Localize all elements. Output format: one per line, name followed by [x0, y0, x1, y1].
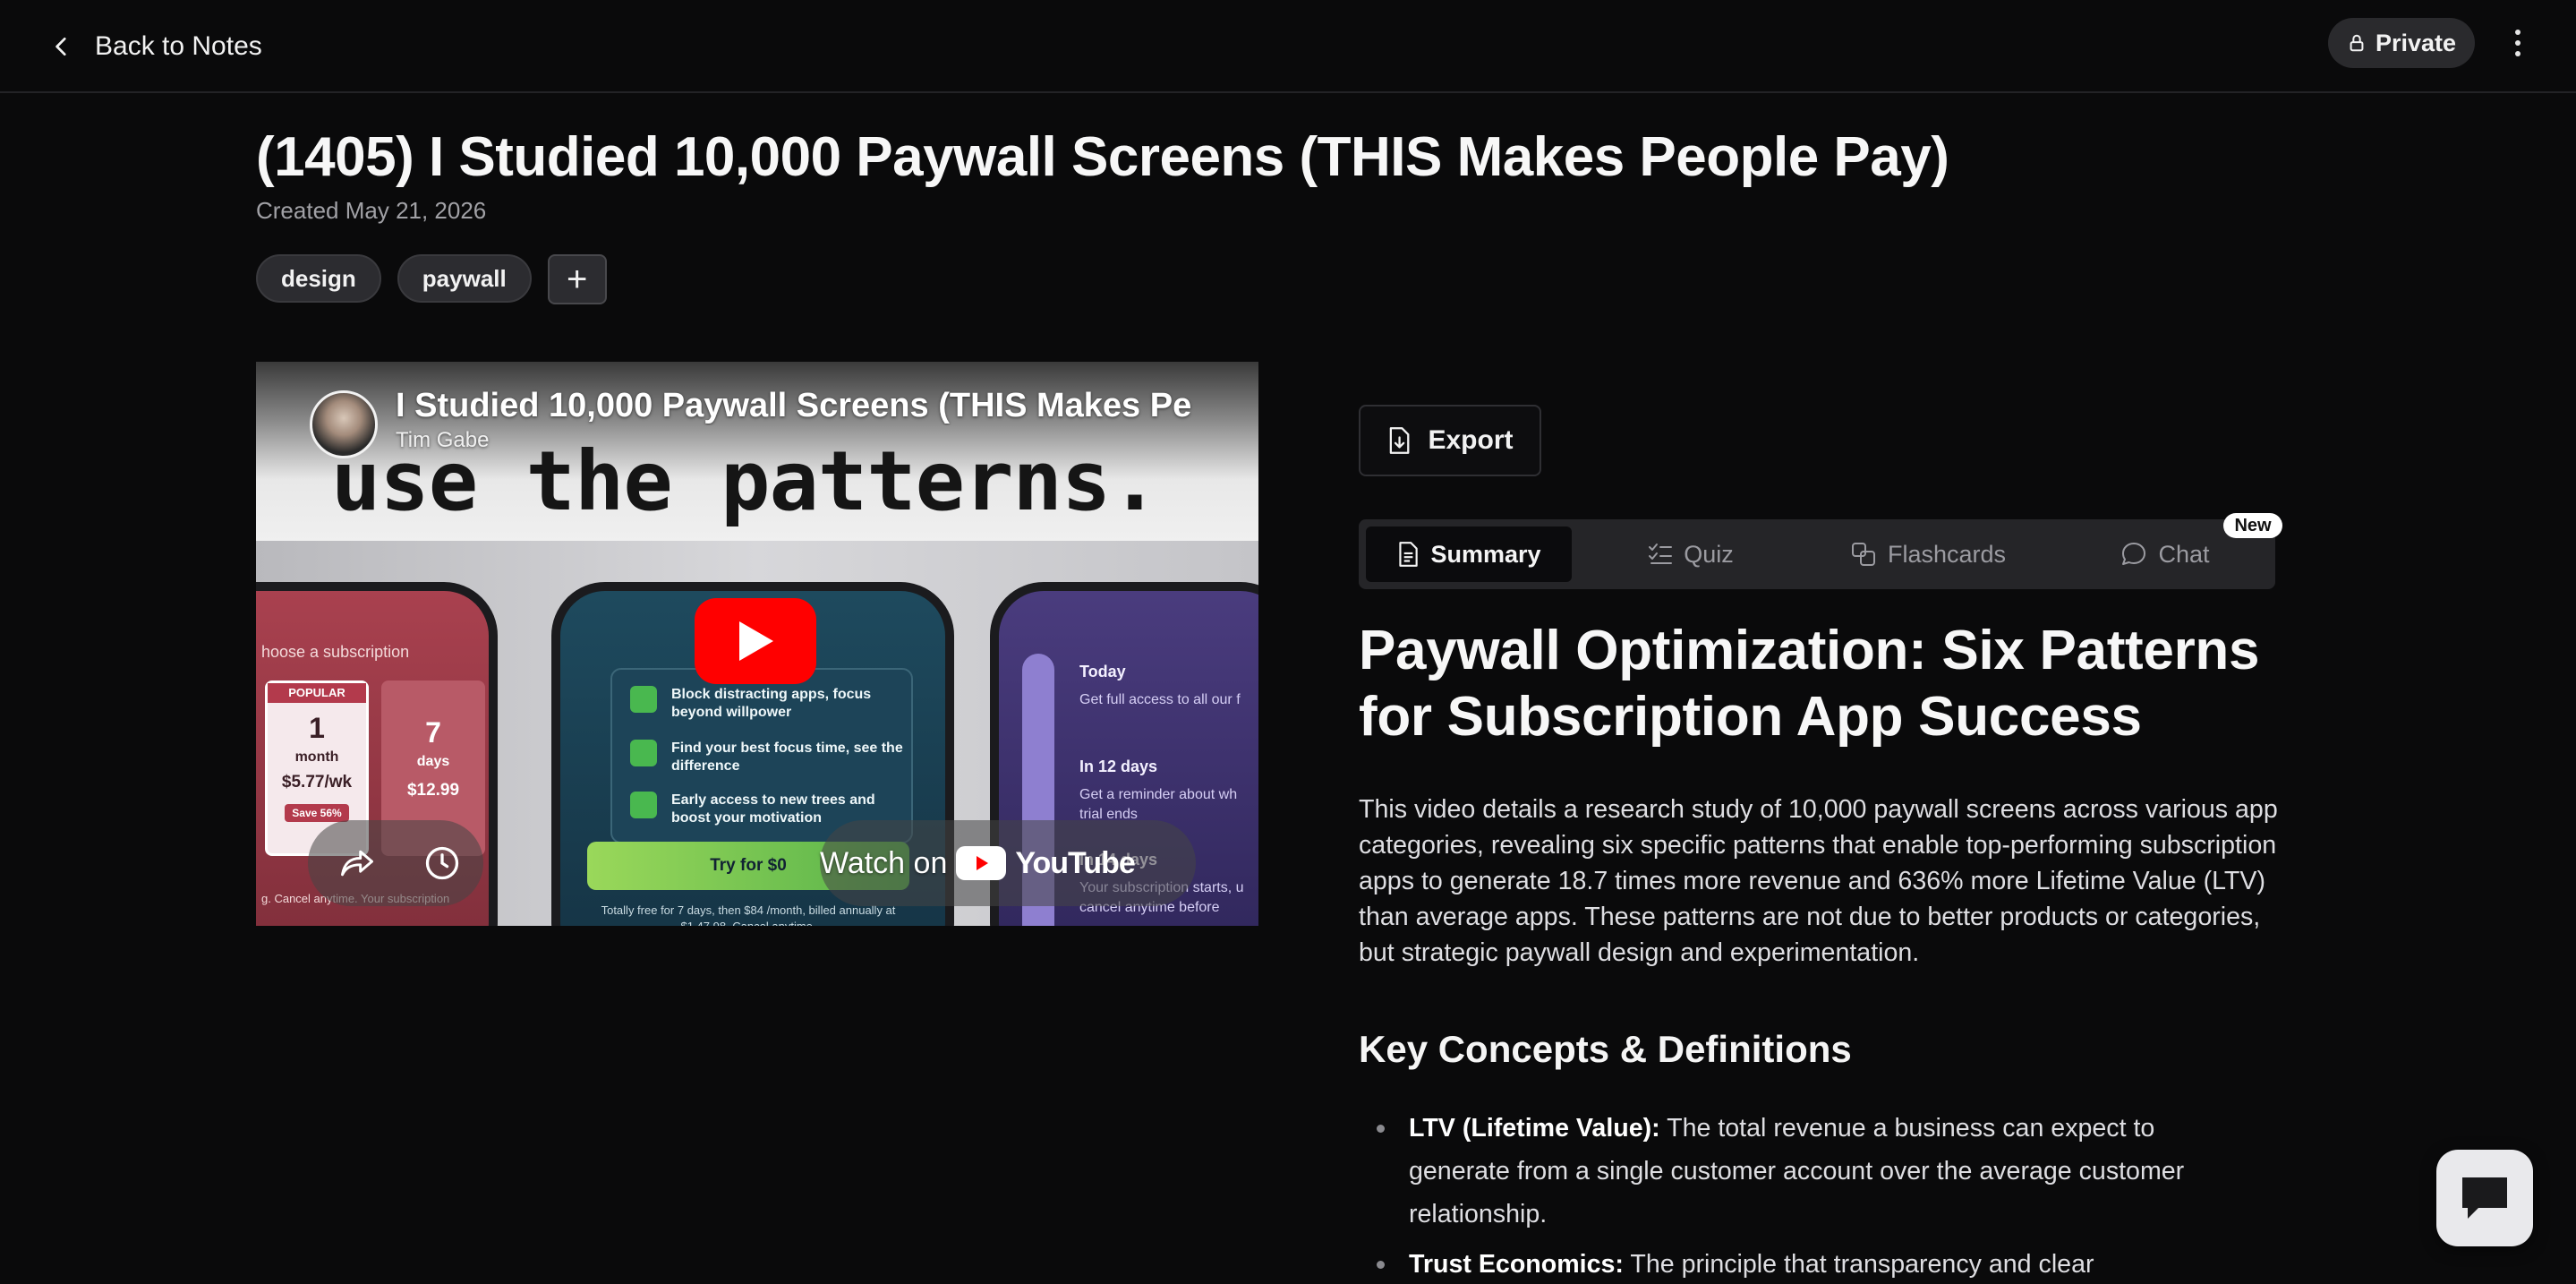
plan1-price: $5.77/wk: [281, 773, 353, 792]
plan2-unit: days: [416, 754, 450, 769]
video-channel[interactable]: Tim Gabe: [396, 428, 489, 453]
feature-item: Block distracting apps, focus beyond wil…: [630, 686, 904, 722]
feature-text: Find your best focus time, see the diffe…: [671, 740, 903, 774]
new-badge: New: [2223, 513, 2282, 538]
note-title: (1405) I Studied 10,000 Paywall Screens …: [256, 126, 1949, 188]
export-button[interactable]: Export: [1359, 405, 1541, 476]
youtube-logo-icon: [956, 846, 1007, 880]
concept-term: Trust Economics:: [1409, 1250, 1624, 1279]
summary-paragraph: This video details a research study of 1…: [1359, 795, 2278, 967]
privacy-button[interactable]: Private: [2328, 18, 2475, 68]
view-tabs: Summary Quiz Flashcards Chat: [1359, 519, 2275, 589]
file-download-icon: [1390, 427, 1410, 454]
created-date: Created May 21, 2026: [256, 197, 487, 224]
plan1-unit: month: [294, 749, 339, 765]
concept-term: LTV (Lifetime Value):: [1409, 1114, 1660, 1143]
key-concepts-heading: Key Concepts & Definitions: [1359, 1028, 1852, 1070]
tab-quiz-label: Quiz: [1684, 540, 1734, 568]
list-check-icon: [1649, 544, 1673, 564]
clock-icon[interactable]: [422, 843, 462, 883]
share-icon[interactable]: [337, 843, 378, 883]
top-bar: Back to Notes Private: [0, 0, 2576, 93]
document-icon: [1399, 542, 1419, 567]
play-icon: [739, 621, 773, 661]
timeline-item: In 12 days Get a reminder about wh trial…: [1079, 758, 1237, 825]
timeline-heading: In 12 days: [1079, 758, 1158, 775]
more-vertical-icon[interactable]: [2503, 23, 2533, 63]
export-label: Export: [1428, 425, 1514, 455]
feature-card: Block distracting apps, focus beyond wil…: [610, 668, 913, 843]
watch-on-label: Watch on: [820, 845, 948, 880]
concept-definition: The principle that transparency and clea…: [1623, 1250, 2094, 1279]
tab-flashcards-label: Flashcards: [1887, 540, 2007, 568]
timeline-sub: Get full access to all our f: [1079, 692, 1241, 707]
tag-list: design paywall +: [256, 254, 607, 304]
play-button[interactable]: [695, 598, 816, 684]
tab-summary[interactable]: Summary: [1366, 526, 1572, 582]
message-icon: [2462, 1177, 2507, 1219]
timeline-sub: Get a reminder about wh trial ends: [1079, 787, 1238, 822]
list-item: Trust Economics: The principle that tran…: [1359, 1243, 2263, 1284]
video-title[interactable]: I Studied 10,000 Paywall Screens (THIS M…: [396, 387, 1201, 425]
tab-quiz[interactable]: Quiz: [1588, 526, 1794, 582]
plan1-save-badge: Save 56%: [285, 804, 349, 822]
list-item: LTV (Lifetime Value): The total revenue …: [1359, 1107, 2263, 1236]
player-controls: [308, 820, 483, 906]
back-label: Back to Notes: [95, 31, 262, 61]
key-concepts-list: LTV (Lifetime Value): The total revenue …: [1359, 1107, 2263, 1284]
youtube-wordmark: YouTube: [1015, 845, 1135, 880]
channel-avatar[interactable]: [310, 390, 378, 458]
timeline-heading: Today: [1079, 663, 1126, 681]
tag-design[interactable]: design: [256, 254, 381, 303]
lock-icon: [2350, 34, 2364, 52]
feature-item: Find your best focus time, see the diffe…: [630, 740, 904, 775]
cards-icon: [1851, 543, 1875, 566]
tag-paywall[interactable]: paywall: [397, 254, 532, 303]
plan2-number: 7: [425, 716, 441, 749]
tab-flashcards[interactable]: Flashcards: [1810, 526, 2046, 582]
youtube-embed[interactable]: use the patterns. hoose a subscription P…: [256, 362, 1258, 926]
phone-left-heading: hoose a subscription: [261, 643, 410, 661]
summary-title: Paywall Optimization: Six Patterns for S…: [1359, 620, 2260, 748]
support-chat-button[interactable]: [2436, 1150, 2533, 1246]
chevron-left-icon: [55, 37, 66, 56]
add-tag-button[interactable]: +: [547, 254, 607, 304]
timeline-item: Today Get full access to all our f: [1079, 663, 1241, 710]
plan1-number: 1: [309, 712, 325, 744]
watch-on-youtube-link[interactable]: Watch on YouTube: [820, 824, 1136, 903]
feature-text: Block distracting apps, focus beyond wil…: [671, 687, 872, 720]
plan2-price: $12.99: [406, 781, 460, 800]
tab-chat-label: Chat: [2158, 540, 2210, 568]
back-to-notes-button[interactable]: Back to Notes: [50, 23, 262, 70]
privacy-label: Private: [2375, 29, 2457, 56]
chat-bubble-icon: [2122, 543, 2146, 565]
popular-label: POPULAR: [268, 683, 366, 703]
tab-summary-label: Summary: [1430, 540, 1541, 568]
